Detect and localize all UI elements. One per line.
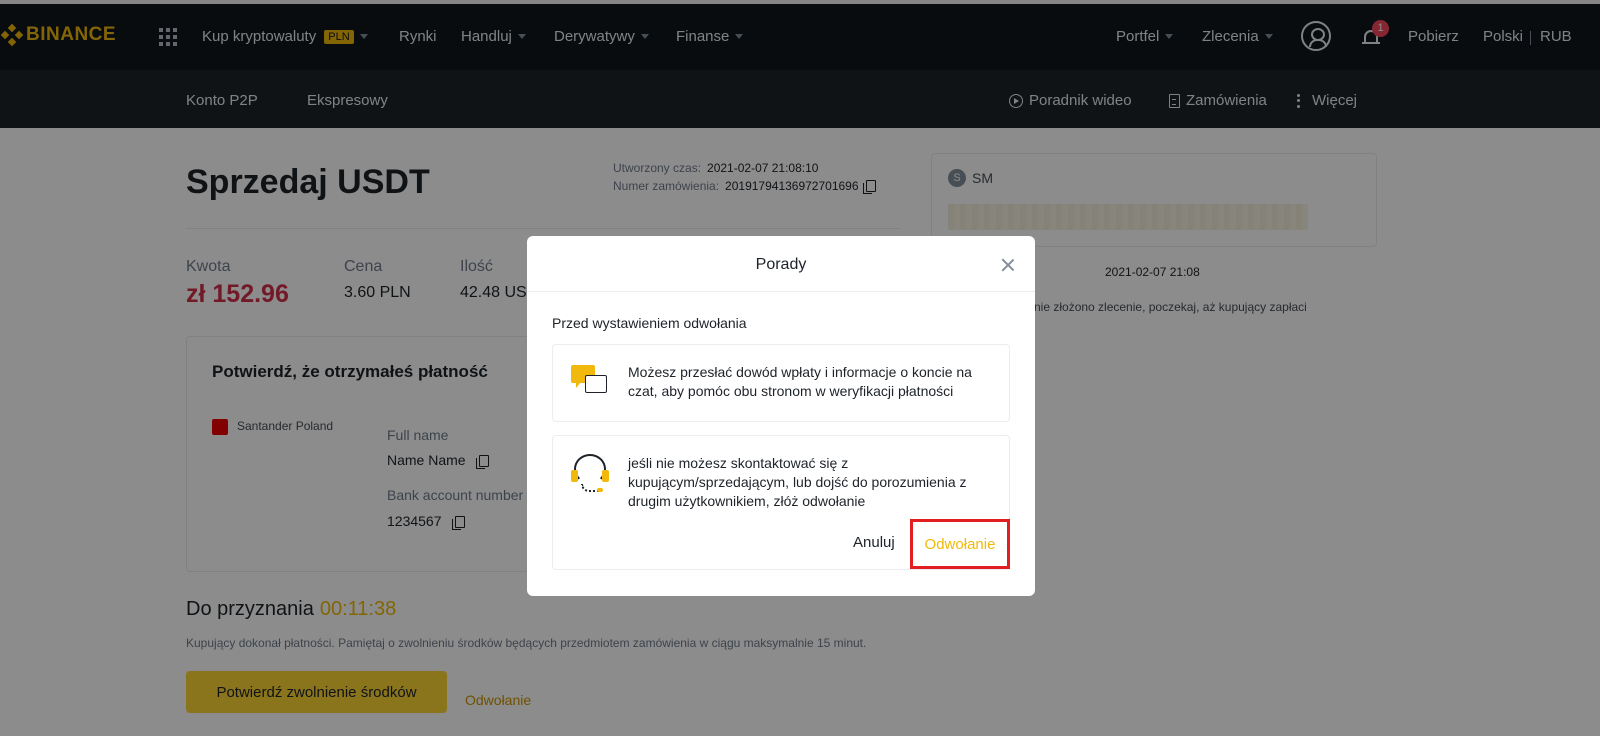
tips-modal: Porady Przed wystawieniem odwołania Może… <box>527 236 1035 596</box>
modal-title: Porady <box>755 256 807 273</box>
cancel-button[interactable]: Anuluj <box>853 534 895 551</box>
tip-chat-box: Możesz przesłać dowód wpłaty i informacj… <box>552 344 1010 422</box>
tip-chat-text: Możesz przesłać dowód wpłaty i informacj… <box>628 364 972 399</box>
modal-divider <box>527 291 1035 292</box>
close-icon[interactable] <box>1001 258 1015 272</box>
appeal-button[interactable]: Odwołanie <box>910 519 1010 569</box>
modal-subtitle: Przed wystawieniem odwołania <box>552 315 747 331</box>
chat-bubbles-icon <box>571 365 611 399</box>
headset-icon <box>571 454 609 494</box>
tip-support-text: jeśli nie możesz skontaktować się z kupu… <box>628 455 967 509</box>
